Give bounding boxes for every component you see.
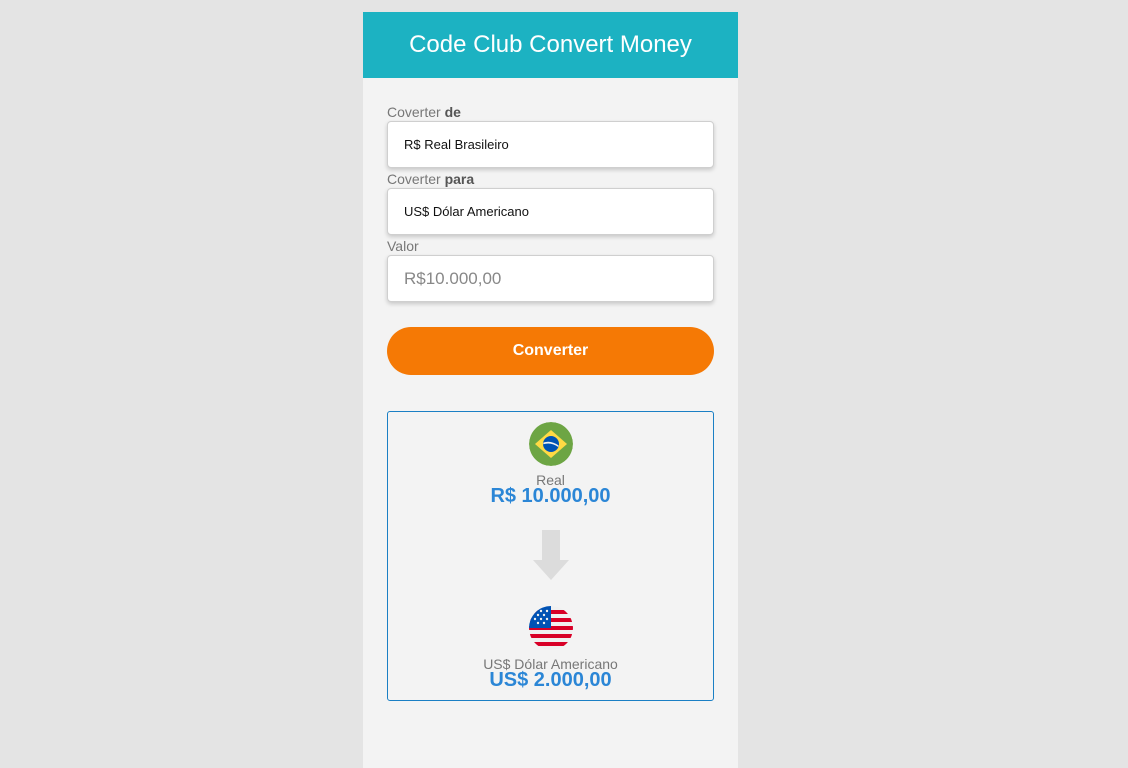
target-amount: US$ 2.000,00 bbox=[489, 669, 612, 691]
from-label: Coverter de bbox=[387, 104, 714, 121]
app-title: Code Club Convert Money bbox=[409, 31, 692, 58]
from-currency-value: R$ Real Brasileiro bbox=[404, 137, 509, 152]
to-label-prefix: Coverter bbox=[387, 171, 441, 187]
to-currency-select[interactable]: US$ Dólar Americano bbox=[387, 188, 714, 235]
from-label-strong: de bbox=[444, 104, 461, 120]
source-amount: R$ 10.000,00 bbox=[490, 485, 611, 507]
convert-button[interactable]: Converter bbox=[387, 327, 714, 375]
conversion-result: Real R$ 10.000,00 US$ Dólar Americano US… bbox=[387, 411, 714, 701]
usa-flag-icon bbox=[529, 606, 573, 650]
converter-app: Code Club Convert Money Coverter de R$ R… bbox=[363, 12, 738, 768]
to-label: Coverter para bbox=[387, 171, 714, 188]
to-label-strong: para bbox=[444, 171, 475, 187]
to-currency-value: US$ Dólar Americano bbox=[404, 204, 529, 219]
arrow-down-icon bbox=[533, 530, 569, 582]
value-label: Valor bbox=[387, 238, 419, 254]
from-label-prefix: Coverter bbox=[387, 104, 441, 120]
value-input[interactable] bbox=[387, 255, 714, 302]
from-currency-select[interactable]: R$ Real Brasileiro bbox=[387, 121, 714, 168]
app-header: Code Club Convert Money bbox=[363, 12, 738, 78]
converter-form: Coverter de R$ Real Brasileiro Coverter … bbox=[363, 78, 738, 701]
brazil-flag-icon bbox=[529, 422, 573, 466]
